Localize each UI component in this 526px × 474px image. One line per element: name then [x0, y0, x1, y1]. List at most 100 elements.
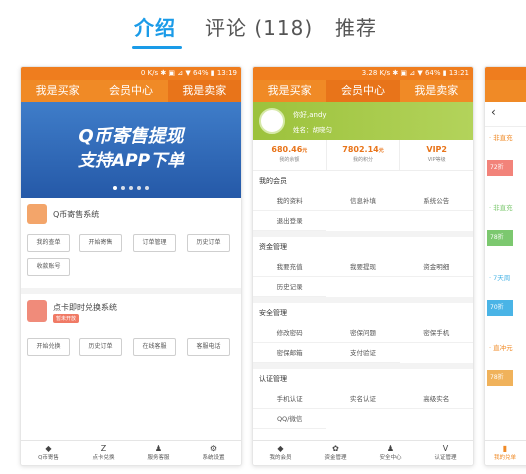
menu-realname-auth[interactable]: 实名认证	[326, 389, 400, 409]
btn-my-orders[interactable]: 我的查单	[27, 234, 70, 252]
menu-phone-auth[interactable]: 手机认证	[253, 389, 327, 409]
menu-advanced-realname[interactable]: 高级实名	[399, 389, 473, 409]
section-title: 安全管理	[253, 297, 473, 323]
avatar[interactable]	[259, 108, 285, 134]
stat-value: VIP2	[426, 145, 447, 154]
btn-service-phone[interactable]: 客服电话	[187, 338, 230, 356]
menu-security-question[interactable]: 密保问题	[326, 323, 400, 343]
tab-reviews[interactable]: 评论 (118)	[205, 12, 313, 41]
stat-unit: 元	[378, 148, 384, 154]
menu-payment-verify[interactable]: 支付验证	[326, 343, 400, 363]
verify-icon: V	[442, 444, 449, 453]
member-icon: ◆	[277, 444, 284, 453]
menu-security-phone[interactable]: 密保手机	[399, 323, 473, 343]
nav-member-center[interactable]: 会员中心	[326, 80, 400, 102]
screenshot-3[interactable]: ‹ · 非直充 72折 · 非直充 78折 · 7天周 70折 · 直冲元 78…	[484, 66, 526, 466]
btn-history-orders[interactable]: 历史订单	[79, 338, 122, 356]
stat-vip-level[interactable]: VIP2 VIP等级	[400, 140, 473, 170]
account-stats: 680.46元 我的余额 7802.14元 我的积分 VIP2 VIP等级	[253, 140, 473, 171]
btn-payment-account[interactable]: 收款账号	[27, 258, 70, 276]
btn-history-orders[interactable]: 历史订单	[187, 234, 230, 252]
bottom-nav-label: 认证管理	[434, 455, 457, 461]
orders-icon: ▮	[502, 444, 508, 453]
menu-recharge[interactable]: 我要充值	[253, 257, 327, 277]
stat-points[interactable]: 7802.14元 我的积分	[327, 140, 401, 170]
status-bar: 0 K/s ✱ ▣ ⊿ ▼ 64% ▮ 13:19	[21, 67, 241, 80]
bottom-nav-security[interactable]: ♟ 安全中心	[363, 441, 418, 465]
bottom-nav-label: 资金管理	[324, 455, 347, 461]
bottom-nav-label: 点卡兑换	[92, 455, 115, 461]
top-nav: 我是买家 会员中心 我是卖家	[21, 80, 241, 102]
bottom-nav: ◆ Q币寄售 Z 点卡兑换 ♟ 服务客服 ⚙ 系统设置	[21, 440, 241, 465]
profile-header: 你好,andy 姓名：胡晓匀	[253, 102, 473, 140]
screenshot-1[interactable]: 0 K/s ✱ ▣ ⊿ ▼ 64% ▮ 13:19 我是买家 会员中心 我是卖家…	[20, 66, 242, 466]
tab-recommend[interactable]: 推荐	[335, 12, 377, 41]
qcoin-logo-icon	[27, 204, 47, 224]
section-grid: 手机认证 实名认证 高级实名 QQ/微信	[253, 389, 473, 429]
btn-order-manage[interactable]: 订单管理	[133, 234, 176, 252]
bottom-nav-card-exchange[interactable]: Z 点卡兑换	[76, 441, 131, 465]
bottom-nav-funds[interactable]: ✿ 资金管理	[308, 441, 363, 465]
nav-buyer[interactable]: 我是买家	[253, 80, 326, 102]
stat-label: 我的余额	[279, 157, 300, 163]
nav-seller[interactable]: 我是卖家	[167, 80, 241, 102]
card-qcoin-consign: Q币寄售系统 我的查单 开始寄售 订单管理 历史订单 收款账号	[21, 198, 241, 288]
bottom-nav-member[interactable]: ◆ 我的会员	[253, 441, 308, 465]
bottom-nav-label: 服务客服	[147, 455, 170, 461]
bottom-nav-settings[interactable]: ⚙ 系统设置	[186, 441, 241, 465]
bottom-nav-label: 系统设置	[202, 455, 225, 461]
qcoin-icon: ◆	[45, 444, 52, 453]
menu-announcements[interactable]: 系统公告	[399, 191, 473, 211]
bottom-nav-auth[interactable]: V 认证管理	[418, 441, 473, 465]
promo-banner[interactable]: Q币寄售提现 支持APP下单	[21, 102, 241, 198]
bottom-nav-service[interactable]: ♟ 服务客服	[131, 441, 186, 465]
carousel-dot	[129, 186, 133, 190]
active-tab-indicator	[132, 46, 182, 49]
menu-history[interactable]: 历史记录	[253, 277, 327, 297]
nav-buyer[interactable]: 我是买家	[21, 80, 94, 102]
gear-icon: ⚙	[209, 444, 218, 453]
discount-tag[interactable]: 70折	[487, 300, 513, 316]
bottom-nav-label: 安全中心	[379, 455, 402, 461]
carousel-dot	[113, 186, 117, 190]
menu-change-password[interactable]: 修改密码	[253, 323, 327, 343]
product-list: ‹ · 非直充 72折 · 非直充 78折 · 7天周 70折 · 直冲元 78…	[485, 102, 526, 432]
menu-fund-details[interactable]: 资金明细	[399, 257, 473, 277]
tab-intro[interactable]: 介绍	[134, 12, 176, 41]
menu-security-email[interactable]: 密保邮箱	[253, 343, 327, 363]
hourglass-icon	[27, 300, 47, 322]
section-grid: 我的资料 信息补填 系统公告 退出登录	[253, 191, 473, 231]
menu-withdraw[interactable]: 我要提现	[326, 257, 400, 277]
btn-start-consign[interactable]: 开始寄售	[79, 234, 122, 252]
user-name: 姓名：胡晓匀	[293, 126, 332, 134]
carousel-dots	[21, 175, 241, 194]
btn-start-exchange[interactable]: 开始兑换	[27, 338, 70, 356]
card-title: 点卡即时兑换系统	[53, 303, 117, 312]
nav-seller[interactable]: 我是卖家	[400, 80, 473, 102]
btn-online-service[interactable]: 在线客服	[133, 338, 176, 356]
stat-balance[interactable]: 680.46元 我的余额	[253, 140, 327, 170]
menu-qq-wechat[interactable]: QQ/微信	[253, 409, 327, 429]
stat-label: VIP等级	[427, 157, 446, 163]
nav-member-center[interactable]: 会员中心	[94, 80, 167, 102]
list-item-label: · 直冲元	[489, 344, 513, 352]
back-arrow-icon[interactable]: ‹	[491, 105, 496, 119]
menu-info-supplement[interactable]: 信息补填	[326, 191, 400, 211]
section-title: 认证管理	[253, 363, 473, 389]
stat-label: 我的积分	[353, 157, 374, 163]
section-grid: 修改密码 密保问题 密保手机 密保邮箱 支付验证	[253, 323, 473, 363]
bottom-nav-my-orders[interactable]: ▮ 我的兑单	[485, 441, 525, 465]
discount-tag[interactable]: 72折	[487, 160, 513, 176]
menu-logout[interactable]: 退出登录	[253, 211, 327, 231]
bottom-nav-qcoin[interactable]: ◆ Q币寄售	[21, 441, 76, 465]
bottom-nav-label: 我的会员	[269, 455, 292, 461]
carousel-dot	[145, 186, 149, 190]
status-bar: 3.28 K/s ✱ ▣ ⊿ ▼ 64% ▮ 13:21	[253, 67, 473, 80]
discount-tag[interactable]: 78折	[487, 370, 513, 386]
screenshot-2[interactable]: 3.28 K/s ✱ ▣ ⊿ ▼ 64% ▮ 13:21 我是买家 会员中心 我…	[252, 66, 474, 466]
bottom-nav-label: 我的兑单	[493, 455, 516, 461]
menu-my-profile[interactable]: 我的资料	[253, 191, 327, 211]
discount-tag[interactable]: 78折	[487, 230, 513, 246]
funds-icon: ✿	[332, 444, 339, 453]
section-grid: 我要充值 我要提现 资金明细 历史记录	[253, 257, 473, 297]
